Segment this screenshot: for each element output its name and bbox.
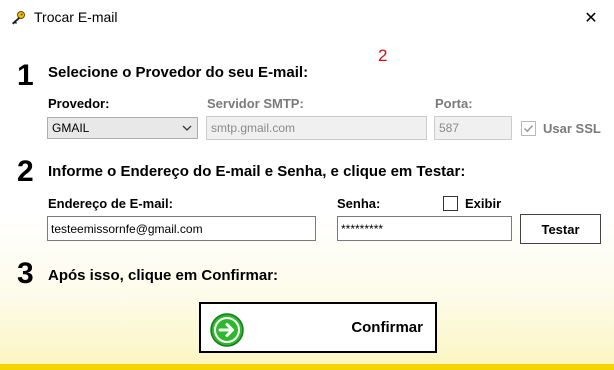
confirm-button-label: Confirmar bbox=[351, 319, 423, 336]
test-button[interactable]: Testar bbox=[520, 214, 601, 244]
smtp-server-field: smtp.gmail.com bbox=[206, 116, 427, 140]
smtp-label: Servidor SMTP: bbox=[207, 96, 304, 111]
port-field: 587 bbox=[434, 116, 512, 140]
step-2-title: Informe o Endereço do E-mail e Senha, e … bbox=[48, 163, 466, 180]
test-button-label: Testar bbox=[541, 221, 580, 237]
step-1-title: Selecione o Provedor do seu E-mail: bbox=[48, 64, 309, 81]
smtp-server-value: smtp.gmail.com bbox=[211, 121, 296, 135]
close-icon: ✕ bbox=[584, 10, 598, 27]
close-button[interactable]: ✕ bbox=[568, 0, 614, 36]
ssl-label: Usar SSL bbox=[543, 121, 601, 136]
password-label: Senha: bbox=[337, 196, 381, 211]
port-label: Porta: bbox=[435, 96, 473, 111]
title-bar: Trocar E-mail ✕ bbox=[0, 0, 614, 36]
email-label: Endereço de E-mail: bbox=[48, 196, 173, 211]
confirm-button[interactable]: Confirmar bbox=[199, 302, 437, 353]
step-3-title: Após isso, clique em Confirmar: bbox=[48, 267, 279, 284]
marker-label: 2 bbox=[378, 46, 388, 65]
email-input[interactable]: testeemissornfe@gmail.com bbox=[47, 216, 316, 241]
window-title: Trocar E-mail bbox=[34, 9, 118, 25]
show-password-label: Exibir bbox=[465, 196, 502, 211]
password-input[interactable]: ********* bbox=[337, 216, 512, 241]
step-2-number: 2 bbox=[17, 155, 34, 188]
arrow-right-circle-icon bbox=[209, 312, 245, 348]
step-3-number: 3 bbox=[17, 257, 34, 290]
provider-select-value: GMAIL bbox=[52, 121, 90, 135]
ssl-checkbox bbox=[521, 121, 536, 136]
chevron-down-icon bbox=[181, 122, 193, 134]
password-input-value: ********* bbox=[341, 221, 384, 236]
step-1-number: 1 bbox=[17, 59, 34, 92]
checkmark-icon bbox=[523, 124, 534, 133]
email-input-value: testeemissornfe@gmail.com bbox=[51, 221, 203, 236]
bottom-accent-bar bbox=[0, 364, 614, 370]
provider-select[interactable]: GMAIL bbox=[47, 117, 198, 139]
provider-label: Provedor: bbox=[48, 96, 110, 111]
key-icon bbox=[10, 10, 26, 26]
port-value: 587 bbox=[439, 121, 460, 135]
show-password-checkbox[interactable] bbox=[443, 196, 458, 211]
